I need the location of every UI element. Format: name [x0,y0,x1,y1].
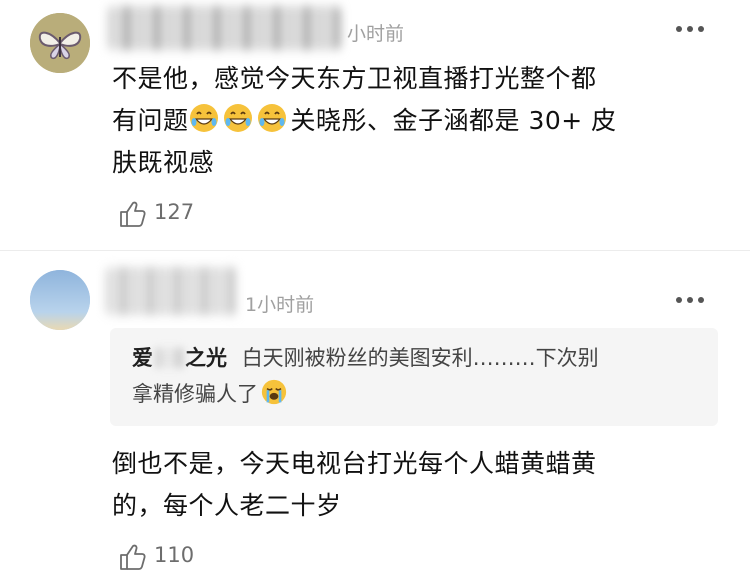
comment-item: 小时前 不是他，感觉今天东方卫视直播打光整个都 有问题 关晓彤、金子涵都是 30+… [0,0,750,250]
more-options-icon[interactable] [676,297,706,305]
comment-line: 肤既视感 [112,148,215,177]
quoted-text: 拿精修骗人了 [132,382,258,406]
comment-line-prefix: 有问题 [112,106,189,135]
comment-text: 不是他，感觉今天东方卫视直播打光整个都 有问题 关晓彤、金子涵都是 30+ 皮 肤… [112,58,712,184]
loudly-crying-emoji-icon [261,379,287,405]
username-redacted[interactable] [108,6,340,50]
quoted-username-redacted [155,348,183,368]
comment-line-suffix: 关晓彤、金子涵都是 30+ 皮 [290,106,617,135]
comment-text: 倒也不是，今天电视台打光每个人蜡黄蜡黄 的，每个人老二十岁 [112,443,712,527]
like-count: 127 [154,200,195,224]
grin-sweat-emoji-icon [223,104,252,132]
comment-line: 不是他，感觉今天东方卫视直播打光整个都 [112,64,597,93]
thumbs-up-icon [120,201,146,227]
avatar[interactable] [30,270,90,330]
username-redacted[interactable] [106,267,236,315]
comment-item: 1小时前 爱 之光 白天刚被粉丝的美图安利………下次别 拿精修骗人了 倒也不是，今… [0,251,750,575]
quoted-reply-line: 爱 之光 白天刚被粉丝的美图安利………下次别 [132,342,599,374]
grin-sweat-emoji-icon [189,104,218,132]
more-options-icon[interactable] [676,26,706,34]
quoted-text: 白天刚被粉丝的美图安利………下次别 [241,346,599,370]
like-count: 110 [154,543,195,567]
comment-line: 倒也不是，今天电视台打光每个人蜡黄蜡黄 [112,449,597,478]
comment-time: 小时前 [347,23,405,45]
blurred-avatar-icon [30,270,90,330]
butterfly-avatar-icon [30,13,90,73]
grin-sweat-emoji-icon [257,104,286,132]
comment-line: 有问题 关晓彤、金子涵都是 30+ 皮 [112,100,712,142]
thumbs-up-icon [120,544,146,570]
comment-line: 的，每个人老二十岁 [112,491,342,520]
comment-time: 1小时前 [245,294,315,316]
quoted-reply[interactable]: 爱 之光 白天刚被粉丝的美图安利………下次别 拿精修骗人了 [110,328,718,426]
quoted-username[interactable]: 爱 之光 [132,346,227,370]
avatar[interactable] [30,13,90,73]
quoted-username-start: 爱 [132,346,153,370]
quoted-reply-line: 拿精修骗人了 [132,378,291,410]
quoted-username-end: 之光 [185,346,227,370]
